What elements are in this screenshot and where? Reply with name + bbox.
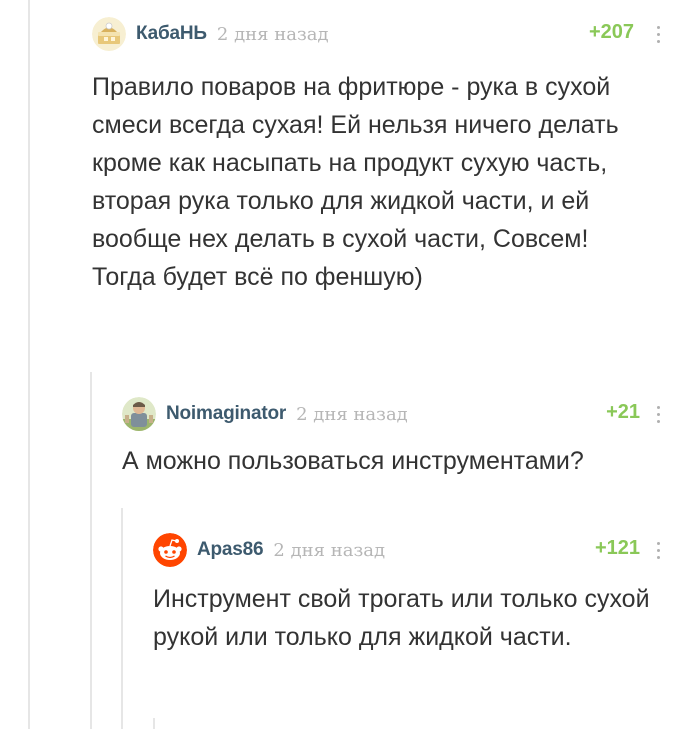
more-options-icon[interactable] [656, 26, 660, 46]
comment-time[interactable]: 2 дня назад [296, 404, 408, 425]
reddit-alien-avatar[interactable] [153, 533, 187, 567]
thread-line-level-3[interactable] [121, 508, 123, 729]
comment-text: Инструмент свой трогать или только сухой… [153, 585, 650, 651]
comment-author[interactable]: Apas86 [197, 539, 264, 561]
thread-line-level-4[interactable] [153, 718, 155, 729]
comment-author[interactable]: Noimaginator [166, 403, 286, 425]
comment: Apas86 2 дня назад +121 Инструмент свой … [153, 530, 682, 656]
comment-rating: +207 [588, 21, 634, 43]
comment: КабаНЬ 2 дня назад +207 Правило поваров … [92, 14, 682, 296]
more-options-icon[interactable] [656, 542, 660, 562]
comment-header: Apas86 2 дня назад +121 [153, 530, 682, 570]
more-options-icon[interactable] [656, 406, 660, 426]
comment-header: Noimaginator 2 дня назад +21 [122, 394, 682, 434]
comment-time[interactable]: 2 дня назад [217, 24, 329, 45]
cake-avatar[interactable] [92, 17, 126, 51]
comment-text: Правило поваров на фритюре - рука в сухо… [92, 73, 619, 291]
comment-rating: +121 [594, 537, 640, 559]
comment-header: КабаНЬ 2 дня назад +207 [92, 14, 682, 54]
thread-line-level-2[interactable] [90, 372, 92, 729]
comment-rating: +21 [606, 401, 640, 423]
person-avatar[interactable] [122, 397, 156, 431]
comment-text: А можно пользоваться инструментами? [122, 447, 584, 475]
comment-author[interactable]: КабаНЬ [136, 23, 207, 45]
comment: Noimaginator 2 дня назад +21 А можно пол… [122, 394, 682, 480]
comment-time[interactable]: 2 дня назад [273, 540, 385, 561]
thread-line-level-1[interactable] [28, 0, 30, 729]
